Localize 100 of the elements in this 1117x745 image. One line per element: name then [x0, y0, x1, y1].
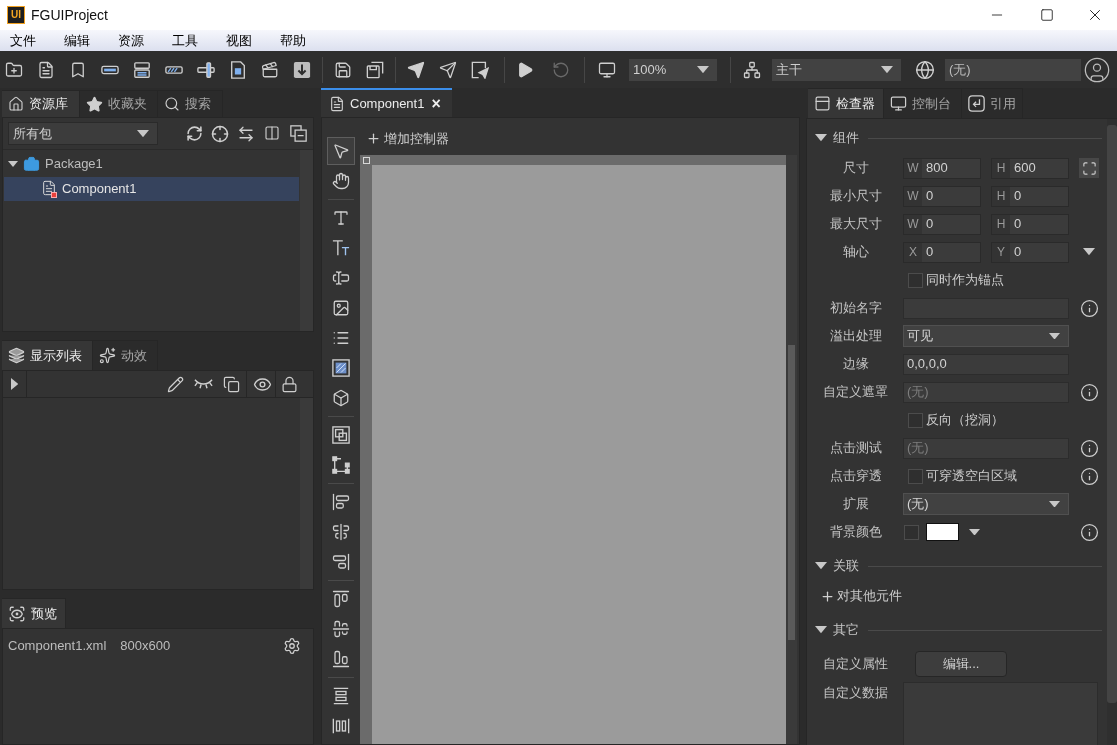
- pencil-icon[interactable]: [166, 375, 184, 393]
- section-caret-icon[interactable]: [815, 626, 827, 634]
- document-icon[interactable]: [37, 60, 55, 79]
- zoom-dropdown[interactable]: 100%: [629, 58, 717, 81]
- download-box-icon[interactable]: [293, 60, 311, 79]
- document-icon: [329, 95, 345, 112]
- panel-tab[interactable]: 资源库: [2, 90, 80, 117]
- document-icon: [41, 180, 57, 198]
- checkbox[interactable]: [904, 524, 919, 540]
- number-field[interactable]: W 0: [903, 213, 981, 235]
- number-field[interactable]: H 0: [991, 185, 1069, 207]
- edit-button[interactable]: 编辑...: [915, 651, 1007, 677]
- caret-icon: [1049, 332, 1060, 340]
- image-icon: [332, 299, 350, 317]
- panel-tab[interactable]: 检查器: [808, 88, 884, 118]
- menu-item[interactable]: 帮助: [280, 30, 306, 51]
- caret-icon[interactable]: [969, 528, 980, 536]
- refresh-icon[interactable]: [185, 124, 203, 142]
- expand-corners-icon: [1081, 160, 1097, 176]
- globe-icon[interactable]: [915, 59, 935, 80]
- swap-arrows-icon[interactable]: [237, 124, 255, 143]
- panel-tab[interactable]: 控制台: [884, 88, 962, 118]
- close-tab-button[interactable]: ×: [431, 95, 441, 112]
- document-tab[interactable]: Component1 ×: [321, 88, 452, 117]
- checkbox[interactable]: [908, 412, 923, 428]
- scrollbar[interactable]: [786, 155, 797, 744]
- save-all-icon[interactable]: [366, 60, 384, 79]
- sparkle-icon: [99, 347, 116, 364]
- panel-tab[interactable]: 预览: [2, 598, 66, 628]
- pointer-icon: [332, 142, 350, 160]
- scrollbar[interactable]: [300, 150, 313, 331]
- info-icon[interactable]: [1079, 298, 1099, 318]
- hierarchy-icon[interactable]: [743, 60, 761, 79]
- number-field[interactable]: Y 0: [991, 241, 1069, 263]
- expand-caret-icon[interactable]: [8, 161, 18, 167]
- stacked-squares-minus-icon[interactable]: [289, 124, 307, 142]
- property-label: 最大尺寸: [829, 215, 882, 234]
- info-icon[interactable]: [1079, 466, 1099, 486]
- two-columns-icon[interactable]: [264, 124, 280, 141]
- plus-icon[interactable]: [366, 131, 381, 146]
- checkbox[interactable]: [908, 468, 923, 484]
- text-field[interactable]: 0,0,0,0: [903, 353, 1069, 375]
- number-field[interactable]: W 800: [903, 157, 981, 179]
- panel-tab[interactable]: 显示列表: [2, 340, 93, 370]
- target-icon[interactable]: [211, 124, 229, 143]
- reload-icon[interactable]: [552, 60, 570, 79]
- paper-plane-outline-icon[interactable]: [439, 60, 457, 79]
- number-field[interactable]: H 600: [991, 157, 1069, 179]
- document-paper-plane-icon[interactable]: [471, 60, 489, 79]
- tool-button[interactable]: [327, 137, 355, 165]
- play-icon[interactable]: [516, 60, 534, 79]
- clapperboard-icon[interactable]: [261, 60, 279, 79]
- maximize-icon[interactable]: [1040, 8, 1054, 22]
- tree-item[interactable]: Package1: [4, 152, 299, 176]
- checkbox[interactable]: [908, 272, 923, 288]
- checkbox-label: 反向（挖洞）: [926, 411, 1004, 430]
- menu-item[interactable]: 编辑: [64, 30, 90, 51]
- paper-plane-icon[interactable]: [407, 60, 425, 79]
- settings-icon[interactable]: [283, 637, 301, 655]
- dropdown[interactable]: 可见: [903, 325, 1069, 347]
- menu-item[interactable]: 视图: [226, 30, 252, 51]
- tree-item[interactable]: Component1: [4, 177, 299, 201]
- field-prefix: W: [904, 214, 922, 234]
- section-caret-icon[interactable]: [815, 134, 827, 142]
- slider-icon[interactable]: [197, 60, 215, 79]
- play-icon[interactable]: [10, 378, 19, 390]
- user-avatar-icon[interactable]: [1083, 55, 1111, 84]
- panel-tab[interactable]: 动效: [93, 340, 158, 370]
- save-icon[interactable]: [334, 60, 352, 79]
- info-icon[interactable]: [1079, 522, 1099, 542]
- branch-dropdown[interactable]: 主干: [772, 58, 901, 81]
- combo-box-icon[interactable]: [133, 60, 151, 79]
- language-field[interactable]: (无): [945, 58, 1081, 81]
- number-field[interactable]: W 0: [903, 185, 981, 207]
- section-caret-icon[interactable]: [815, 562, 827, 570]
- menu-item[interactable]: 工具: [172, 30, 198, 51]
- bookmark-icon[interactable]: [69, 60, 87, 79]
- color-swatch[interactable]: [926, 523, 959, 541]
- fit-size-button[interactable]: [1079, 158, 1099, 178]
- lock-icon[interactable]: [280, 375, 298, 393]
- scrollbar-thumb[interactable]: [788, 345, 795, 640]
- plus-icon[interactable]: [820, 588, 835, 604]
- info-icon[interactable]: [1079, 438, 1099, 458]
- panel-tab[interactable]: 搜索: [158, 90, 223, 117]
- distribute-horizontal-icon: [332, 717, 350, 735]
- menu-item[interactable]: 资源: [118, 30, 144, 51]
- package-dropdown[interactable]: 所有包: [8, 122, 158, 145]
- monitor-icon[interactable]: [598, 60, 616, 79]
- menu-item[interactable]: 文件: [10, 30, 36, 51]
- copy-icon[interactable]: [222, 375, 240, 393]
- number-field[interactable]: H 0: [991, 213, 1069, 235]
- add-relation-link[interactable]: 对其他元件: [837, 586, 902, 606]
- number-field[interactable]: X 0: [903, 241, 981, 263]
- dropdown[interactable]: (无): [903, 493, 1069, 515]
- info-icon[interactable]: [1079, 382, 1099, 402]
- folder-plus-icon[interactable]: [5, 60, 23, 79]
- panel-tab[interactable]: 引用: [962, 88, 1023, 118]
- panel-tab[interactable]: 收藏夹: [80, 90, 158, 117]
- add-controller-link[interactable]: 增加控制器: [384, 128, 449, 149]
- caret-icon[interactable]: [1083, 248, 1095, 256]
